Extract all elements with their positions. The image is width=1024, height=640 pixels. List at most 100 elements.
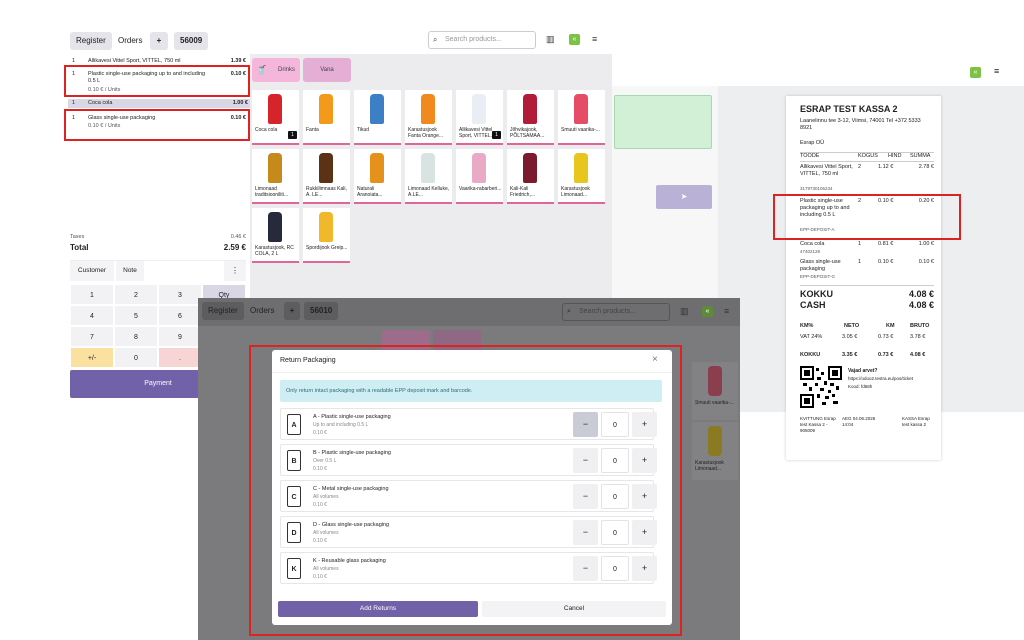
product-tile[interactable]: Tikud (354, 90, 401, 145)
quantity-badge: 1 (288, 131, 297, 139)
product-tile[interactable]: Karastusjook Fanta Orange... (405, 90, 452, 145)
numpad-key[interactable]: 1 (70, 284, 114, 305)
line-name: Allikavesi Vittel Sport, VITTEL, 750 ml (88, 58, 181, 64)
product-image (370, 94, 384, 124)
new-order-button[interactable]: + (150, 32, 168, 50)
numpad-key[interactable]: +/- (70, 347, 114, 368)
product-tile[interactable]: Karastusjook Limonaad... (692, 422, 738, 480)
receipt-line-sum: 2.78 € (918, 164, 934, 170)
customer-button[interactable]: Customer (70, 261, 114, 281)
line-qty: 1 (72, 100, 76, 106)
product-tile[interactable]: Smuuti vaarika-... (692, 362, 738, 420)
category-bar (507, 143, 554, 145)
tab-orders[interactable]: Orders (112, 32, 148, 50)
tax-header: KM (886, 323, 895, 329)
product-tile[interactable]: Kali-Kali Friedrich,... (507, 149, 554, 204)
menu-icon[interactable]: ≡ (994, 66, 999, 76)
barcode-icon[interactable]: ▥ (546, 34, 555, 45)
product-image (268, 153, 282, 183)
divider (800, 285, 934, 286)
product-name: Limonaad Kelluke, A.LE... (408, 186, 450, 198)
tab-orders[interactable]: Orders (244, 302, 280, 320)
receipt-line-code: 3179730106234 (800, 186, 833, 191)
numpad-key[interactable]: 0 (114, 347, 158, 368)
numpad-key[interactable]: 2 (114, 284, 158, 305)
tax-header: NETO (844, 323, 860, 329)
menu-icon[interactable]: ≡ (724, 306, 729, 316)
product-image (472, 94, 486, 124)
note-button[interactable]: Note (116, 261, 144, 281)
numpad-key[interactable]: 9 (158, 326, 202, 347)
product-tile[interactable]: Karastusjook, RC COLA, 2 L (252, 208, 299, 263)
receipt-line-qty: 1 (858, 241, 862, 247)
product-name: Fanta (306, 127, 319, 133)
product-tile[interactable]: Limonaad Kelluke, A.LE... (405, 149, 452, 204)
category-drinks[interactable]: 🥤 Drinks (252, 58, 300, 82)
product-tile[interactable]: Coca cola 1 (252, 90, 299, 145)
send-icon[interactable]: ➤ (656, 185, 712, 209)
search-input[interactable]: ⌕ Search products... (562, 303, 670, 321)
product-tile[interactable]: Fanta (303, 90, 350, 145)
numpad-key[interactable]: 3 (158, 284, 202, 305)
product-name: Smuuti vaarika-... (561, 127, 600, 133)
ticket-number-button[interactable]: 56009 (174, 32, 209, 50)
tax-cell: 0.73 € (878, 334, 894, 340)
numpad-key[interactable]: 6 (158, 305, 202, 326)
category-bar (558, 143, 605, 145)
product-name: Rukkilimnaas Kali, A. LE... (306, 186, 347, 198)
product-tile[interactable]: Rukkilimnaas Kali, A. LE... (303, 149, 350, 204)
category-bar (558, 202, 605, 204)
highlight-box (773, 194, 961, 240)
search-placeholder: Search products... (445, 36, 502, 43)
numpad-key[interactable]: 4 (70, 305, 114, 326)
invoice-code: Kood: fd68h (848, 384, 873, 389)
tab-register[interactable]: Register (202, 302, 244, 320)
numpad-key[interactable]: . (158, 347, 202, 368)
product-tile[interactable]: Allikavesi Vittel Sport, VITTEL... 1 (456, 90, 503, 145)
product-image (319, 153, 333, 183)
product-tile[interactable]: Jõhvikajook, PÕLTSAMAA... (507, 90, 554, 145)
category-label: Drinks (278, 67, 296, 73)
new-order-button[interactable]: + (284, 302, 300, 320)
receipt-line-sum: 0.10 € (918, 259, 934, 265)
menu-icon[interactable]: ≡ (592, 34, 597, 44)
product-grid: Coca cola 1 Fanta Tikud Karastusjook Fanta O… (252, 90, 616, 270)
search-input[interactable]: ⌕ Search products... (428, 31, 536, 49)
product-tile[interactable]: Vaarika-rabarberi... (456, 149, 503, 204)
tax-total: 0.73 € (878, 352, 894, 358)
ticket-line-selected[interactable]: 1 Coca cola 1.00 € (68, 99, 250, 108)
product-name: Jõhvikajook, PÕLTSAMAA... (510, 127, 545, 139)
product-tile[interactable]: Naturali Aranoiata... (354, 149, 401, 204)
line-qty: 1 (72, 58, 76, 64)
status-icon[interactable]: « (702, 306, 713, 317)
tab-register[interactable]: Register (70, 32, 112, 50)
category-bar (405, 143, 452, 145)
product-image (574, 94, 588, 124)
total-label: Total (70, 243, 89, 252)
product-image (370, 153, 384, 183)
receipt-line-qty: 1 (858, 259, 862, 265)
product-name: Karastusjook Fanta Orange... (408, 127, 444, 139)
search-placeholder: Search products... (579, 308, 636, 315)
receipt-line-code: 47402128 (800, 249, 821, 254)
invoice-url: https://odoo2.testra.eu/pos/ticket (848, 376, 914, 381)
product-tile[interactable]: Smuuti vaarika-... (558, 90, 605, 145)
tax-total: 4.08 € (910, 352, 926, 358)
numpad-key[interactable]: 5 (114, 305, 158, 326)
product-tile[interactable]: Spordijook Greip... (303, 208, 350, 263)
ticket-number-button[interactable]: 56010 (304, 302, 339, 320)
status-icon[interactable]: « (970, 67, 981, 78)
tax-header: BRUTO (910, 323, 930, 329)
category-vana[interactable]: Vana (303, 58, 351, 82)
product-tile[interactable]: Karastusjook Limonaad... (558, 149, 605, 204)
status-icon[interactable]: « (569, 34, 580, 45)
product-image (472, 153, 486, 183)
more-options-button[interactable]: ⋮ (224, 261, 246, 281)
numpad-key[interactable]: 7 (70, 326, 114, 347)
product-image (319, 212, 333, 242)
product-tile[interactable]: Limonaad traditsiooniliti... (252, 149, 299, 204)
barcode-icon[interactable]: ▥ (680, 306, 689, 317)
tax-cell: 3.78 € (910, 334, 926, 340)
numpad-key[interactable]: 8 (114, 326, 158, 347)
second-topbar: Register Orders + 56010 ⌕ Search product… (198, 298, 740, 326)
